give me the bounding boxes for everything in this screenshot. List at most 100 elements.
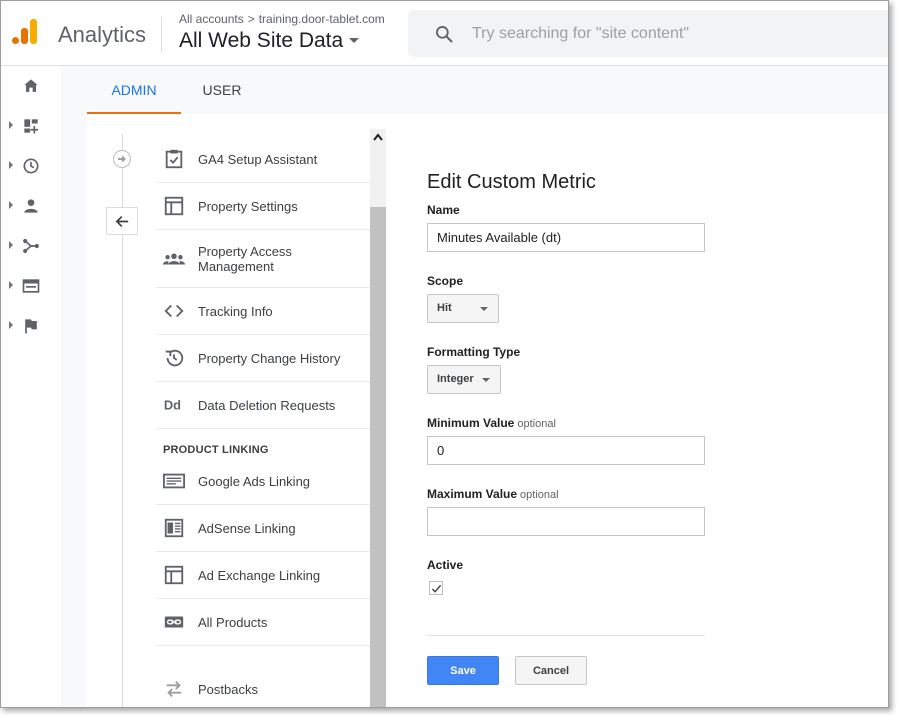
home-icon (24, 79, 38, 92)
rail-item-audience[interactable] (1, 186, 61, 226)
header-divider (161, 17, 162, 53)
app-name: Analytics (58, 22, 147, 47)
search-input[interactable] (472, 22, 872, 46)
cancel-button[interactable]: Cancel (515, 656, 587, 685)
left-gutter (61, 114, 87, 707)
analytics-logo-icon[interactable] (12, 19, 40, 47)
admin-tab-bar: ADMIN USER (61, 66, 888, 114)
chevron-up-icon (373, 133, 383, 141)
dd-icon: Dd (164, 398, 181, 413)
active-checkbox[interactable] (429, 581, 443, 595)
search-icon (436, 26, 453, 43)
nav-item-change-history[interactable]: Property Change History (156, 335, 370, 382)
postbacks-icon (166, 681, 182, 697)
nav-item-tracking-info[interactable]: Tracking Info (156, 288, 370, 335)
page-title: Edit Custom Metric (427, 171, 596, 193)
step-indicator (113, 150, 131, 168)
expand-arrow-icon (9, 161, 13, 169)
formatting-type-value: Integer (437, 373, 474, 385)
rail-item-acquisition[interactable] (1, 226, 61, 266)
minimum-value-label-text: Minimum Value (427, 416, 515, 430)
formatting-type-label: Formatting Type (427, 345, 521, 359)
active-label: Active (427, 558, 464, 572)
tab-admin[interactable]: ADMIN (87, 66, 181, 114)
admin-nav-column: GA4 Setup Assistant Property Settings Pr… (87, 114, 387, 707)
expand-arrow-icon (9, 321, 13, 329)
nav-item-google-ads-linking[interactable]: Google Ads Linking (156, 458, 370, 505)
nav-item-label: AdSense Linking (198, 521, 296, 536)
scope-dropdown[interactable]: Hit (427, 294, 499, 323)
behavior-icon (22, 279, 40, 293)
nav-item-adsense-linking[interactable]: AdSense Linking (156, 505, 370, 552)
ads-icon (163, 473, 185, 489)
tab-user[interactable]: USER (181, 66, 263, 114)
breadcrumb[interactable]: All accounts > training.door-tablet.com (179, 12, 385, 26)
section-product-linking: PRODUCT LINKING (163, 444, 269, 456)
layout-icon (164, 196, 184, 216)
nav-item-label: Property Access Management (198, 244, 292, 274)
customization-icon (24, 119, 39, 134)
edit-custom-metric-form: Edit Custom Metric Name Scope Hit Format… (427, 114, 847, 707)
nav-item-all-products[interactable]: All Products (156, 599, 370, 646)
expand-arrow-icon (9, 201, 13, 209)
nav-item-label: Property Settings (198, 199, 298, 214)
adsense-icon (164, 518, 184, 538)
name-input[interactable] (427, 223, 705, 252)
nav-item-ga4-setup[interactable]: GA4 Setup Assistant (156, 136, 370, 183)
realtime-icon (23, 158, 39, 174)
top-header: Analytics All accounts > training.door-tab… (1, 1, 888, 66)
breadcrumb-root[interactable]: All accounts (179, 12, 244, 26)
minimum-value-label: Minimum Value optional (427, 416, 556, 430)
expand-arrow-icon (9, 121, 13, 129)
view-selector[interactable]: All Web Site Data (179, 29, 360, 53)
svg-text:Dd: Dd (164, 398, 181, 413)
breadcrumb-account[interactable]: training.door-tablet.com (259, 12, 385, 26)
arrow-right-icon (118, 155, 126, 163)
clipboard-check-icon (165, 149, 183, 169)
nav-item-postbacks[interactable]: Postbacks (156, 666, 370, 707)
admin-content: GA4 Setup Assistant Property Settings Pr… (87, 114, 888, 707)
scope-label: Scope (427, 274, 464, 288)
optional-hint: optional (517, 418, 556, 430)
chevron-down-icon (349, 37, 360, 43)
expand-arrow-icon (9, 241, 13, 249)
rail-item-realtime[interactable] (1, 146, 61, 186)
nav-item-label: Tracking Info (198, 304, 273, 319)
maximum-value-input[interactable] (427, 507, 705, 536)
left-rail (1, 66, 61, 707)
maximum-value-label-text: Maximum Value (427, 487, 518, 501)
nav-item-property-settings[interactable]: Property Settings (156, 183, 370, 230)
rail-item-customization[interactable] (1, 106, 61, 146)
back-button[interactable] (106, 207, 138, 235)
rail-item-conversions[interactable] (1, 306, 61, 346)
scrollbar-thumb[interactable] (370, 207, 386, 707)
expand-arrow-icon (9, 281, 13, 289)
ad-exchange-icon (164, 565, 184, 585)
checkmark-icon (431, 584, 442, 593)
nav-item-label: Google Ads Linking (198, 474, 311, 489)
nav-item-ad-exchange-linking[interactable]: Ad Exchange Linking (156, 552, 370, 599)
rail-item-home[interactable] (1, 66, 61, 106)
nav-item-label: Property Change History (198, 351, 341, 366)
scope-value: Hit (437, 302, 452, 314)
nav-item-label: Postbacks (198, 682, 258, 697)
nav-item-property-access[interactable]: Property Access Management (156, 230, 370, 288)
arrow-left-icon (115, 215, 129, 228)
save-button[interactable]: Save (427, 656, 499, 685)
nav-item-label: Ad Exchange Linking (198, 568, 321, 583)
formatting-type-dropdown[interactable]: Integer (427, 365, 501, 394)
form-divider (427, 635, 705, 636)
rail-item-behavior[interactable] (1, 266, 61, 306)
scroll-up-button[interactable] (370, 129, 386, 145)
minimum-value-input[interactable] (427, 436, 705, 465)
code-icon (164, 304, 184, 318)
view-name: All Web Site Data (179, 29, 344, 52)
link-icon (164, 616, 184, 628)
nav-item-data-deletion[interactable]: Dd Data Deletion Requests (156, 382, 370, 429)
maximum-value-label: Maximum Value optional (427, 487, 559, 501)
app-window: Analytics All accounts > training.door-tab… (0, 0, 889, 708)
search-bar[interactable] (408, 10, 888, 57)
audience-icon (24, 199, 38, 213)
chevron-down-icon (480, 307, 488, 311)
nav-item-label: All Products (198, 615, 268, 630)
